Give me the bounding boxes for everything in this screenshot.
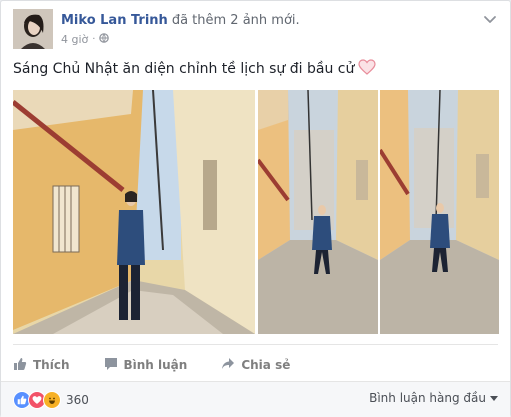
caret-down-icon: [490, 391, 498, 405]
post-card: Miko Lan Trinh đã thêm 2 ảnh mới. 4 giờ ·…: [0, 0, 511, 417]
like-button[interactable]: Thích: [13, 357, 70, 374]
post-action-text: đã thêm 2 ảnh mới.: [171, 13, 300, 28]
author-name[interactable]: Miko Lan Trinh: [61, 13, 168, 28]
caption-text: Sáng Chủ Nhật ăn diện chỉnh tề lịch sự đ…: [13, 61, 355, 77]
haha-reaction-icon: [43, 391, 61, 409]
reaction-count: 360: [66, 393, 89, 407]
globe-icon[interactable]: [99, 33, 110, 46]
heart-icon: [358, 59, 376, 79]
post-header: Miko Lan Trinh đã thêm 2 ảnh mới. 4 giờ ·: [13, 9, 498, 51]
photo-3[interactable]: [380, 90, 499, 334]
photo-1[interactable]: [13, 90, 255, 334]
comment-label: Bình luận: [123, 358, 188, 372]
share-button[interactable]: Chia sẻ: [221, 357, 290, 374]
timestamp[interactable]: 4 giờ: [61, 33, 88, 46]
share-label: Chia sẻ: [241, 358, 291, 372]
reaction-summary[interactable]: 360: [13, 391, 89, 409]
share-icon: [221, 357, 235, 374]
post-caption: Sáng Chủ Nhật ăn diện chỉnh tề lịch sự đ…: [13, 59, 376, 79]
like-label: Thích: [33, 358, 70, 372]
meta-separator: ·: [92, 34, 96, 45]
photo-2[interactable]: [258, 90, 378, 334]
comment-icon: [104, 357, 118, 374]
comment-button[interactable]: Bình luận: [104, 357, 188, 374]
comment-sort-dropdown[interactable]: Bình luận hàng đầu: [369, 391, 498, 405]
author-line: Miko Lan Trinh đã thêm 2 ảnh mới.: [61, 13, 300, 28]
thumbs-up-icon: [13, 357, 27, 374]
chevron-down-icon[interactable]: [482, 11, 498, 27]
reactions-bar: 360 Bình luận hàng đầu: [1, 381, 510, 417]
post-actions: Thích Bình luận Chia sẻ: [13, 344, 498, 379]
photo-grid: [13, 90, 499, 334]
avatar[interactable]: [13, 9, 53, 49]
post-meta: 4 giờ ·: [61, 33, 110, 46]
comment-sort-label: Bình luận hàng đầu: [369, 391, 486, 405]
